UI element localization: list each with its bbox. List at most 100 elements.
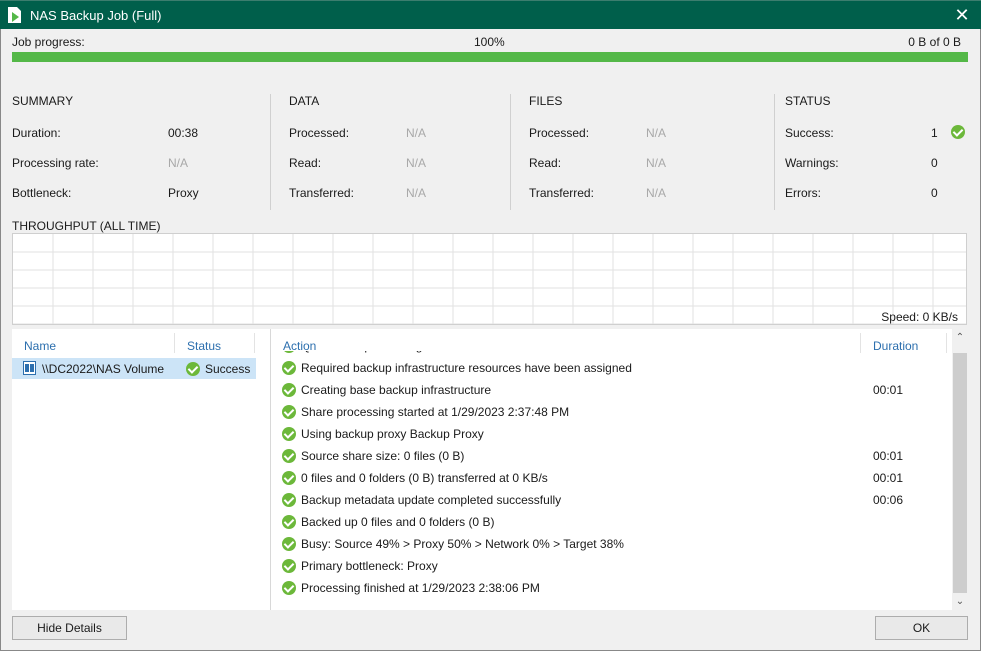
log-scrollbar[interactable]: ⌃ ⌄ [952,329,968,610]
log-row[interactable]: Backup metadata update completed success… [271,490,952,512]
object-name: \\DC2022\NAS Volume [42,362,165,376]
title-bar: NAS Backup Job (Full) ✕ [0,0,981,29]
log-action-text: Backup metadata update completed success… [301,493,562,507]
bottleneck-value: Proxy [168,186,199,200]
log-row[interactable]: Queued for processing at 1/29/2023 2:37:… [271,351,952,358]
duration-label: Duration: [12,126,61,140]
log-action-text: Source share size: 0 files (0 B) [301,449,465,463]
log-row[interactable]: 0 files and 0 folders (0 B) transferred … [271,468,952,490]
data-transferred-label: Transferred: [289,186,354,200]
errors-count: 0 [931,186,938,200]
data-read-value: N/A [406,156,427,170]
log-action-text: Primary bottleneck: Proxy [301,559,438,573]
check-circle-icon [282,449,296,463]
data-processed-label: Processed: [289,126,350,140]
scroll-down-icon[interactable]: ⌄ [952,593,968,610]
throughput-grid [13,234,966,324]
log-row[interactable]: Primary bottleneck: Proxy [271,556,952,578]
log-action-text: Share processing started at 1/29/2023 2:… [301,405,570,419]
summary-heading: SUMMARY [12,94,74,108]
log-action-text: Processing finished at 1/29/2023 2:38:06… [301,581,540,595]
divider [774,94,775,210]
check-circle-icon [282,351,296,353]
log-row[interactable]: Share processing started at 1/29/2023 2:… [271,402,952,424]
column-divider[interactable] [946,333,947,353]
log-row[interactable]: Busy: Source 49% > Proxy 50% > Network 0… [271,534,952,556]
job-progress-label: Job progress: [12,35,85,49]
ok-button[interactable]: OK [875,616,968,640]
processing-rate-label: Processing rate: [12,156,99,170]
divider [510,94,511,210]
duration-value: 00:38 [168,126,199,140]
throughput-speed: Speed: 0 KB/s [881,310,958,324]
success-count: 1 [931,126,938,140]
log-row[interactable]: Creating base backup infrastructure 00:01 [271,380,952,402]
log-action-text: 0 files and 0 folders (0 B) transferred … [301,471,548,485]
job-progress-percent: 100% [474,35,505,49]
job-progress-bytes: 0 B of 0 B [908,35,961,49]
column-divider[interactable] [174,333,175,353]
column-divider[interactable] [254,333,255,353]
log-action-text: Queued for processing at 1/29/2023 2:37:… [301,351,557,353]
divider [270,94,271,210]
action-log: Action Duration Queued for processing at… [271,329,952,610]
data-heading: DATA [289,94,320,108]
log-duration: 00:01 [873,471,904,485]
files-heading: FILES [529,94,563,108]
column-header-status[interactable]: Status [187,339,221,353]
warnings-label: Warnings: [785,156,839,170]
log-row[interactable]: Processing finished at 1/29/2023 2:38:06… [271,578,952,600]
throughput-label: THROUGHPUT (ALL TIME) [12,219,161,233]
files-read-value: N/A [646,156,667,170]
status-heading: STATUS [785,94,831,108]
processing-rate-value: N/A [168,156,189,170]
scroll-thumb[interactable] [953,353,967,593]
log-row[interactable]: Backed up 0 files and 0 folders (0 B) [271,512,952,534]
veeam-job-icon [8,7,21,23]
log-duration: 00:06 [873,493,904,507]
nas-volume-icon [23,361,36,375]
log-action-text: Creating base backup infrastructure [301,383,492,397]
check-circle-icon [282,581,296,595]
check-circle-icon [282,559,296,573]
object-row[interactable]: \\DC2022\NAS Volume Success [12,358,256,379]
log-row[interactable]: Required backup infrastructure resources… [271,358,952,380]
column-divider[interactable] [860,333,861,353]
check-circle-icon [282,493,296,507]
log-duration: 00:01 [873,449,904,463]
throughput-chart: Speed: 0 KB/s [12,233,967,325]
log-action-text: Busy: Source 49% > Proxy 50% > Network 0… [301,537,624,551]
log-action-text: Required backup infrastructure resources… [301,361,632,375]
object-status: Success [205,362,251,376]
data-read-label: Read: [289,156,322,170]
log-row[interactable]: Using backup proxy Backup Proxy [271,424,952,446]
files-transferred-label: Transferred: [529,186,594,200]
check-circle-icon [282,537,296,551]
warnings-count: 0 [931,156,938,170]
check-circle-icon [282,361,296,375]
log-rows: Queued for processing at 1/29/2023 2:37:… [271,351,952,610]
files-processed-value: N/A [646,126,667,140]
check-circle-icon [282,383,296,397]
hide-details-button[interactable]: Hide Details [12,616,127,640]
close-icon[interactable]: ✕ [951,4,973,26]
data-transferred-value: N/A [406,186,427,200]
files-processed-label: Processed: [529,126,590,140]
check-circle-icon [282,471,296,485]
success-label: Success: [785,126,834,140]
window-title: NAS Backup Job (Full) [30,8,162,23]
data-processed-value: N/A [406,126,427,140]
errors-label: Errors: [785,186,821,200]
scroll-up-icon[interactable]: ⌃ [952,329,968,346]
check-circle-icon [282,405,296,419]
log-action-text: Using backup proxy Backup Proxy [301,427,484,441]
check-circle-icon [951,125,965,139]
column-header-name[interactable]: Name [24,339,56,353]
check-circle-icon [282,515,296,529]
log-row[interactable]: Source share size: 0 files (0 B) 00:01 [271,446,952,468]
job-progress-bar [12,52,968,62]
files-transferred-value: N/A [646,186,667,200]
log-duration: 00:01 [873,383,904,397]
check-circle-icon [186,362,200,376]
bottleneck-label: Bottleneck: [12,186,72,200]
